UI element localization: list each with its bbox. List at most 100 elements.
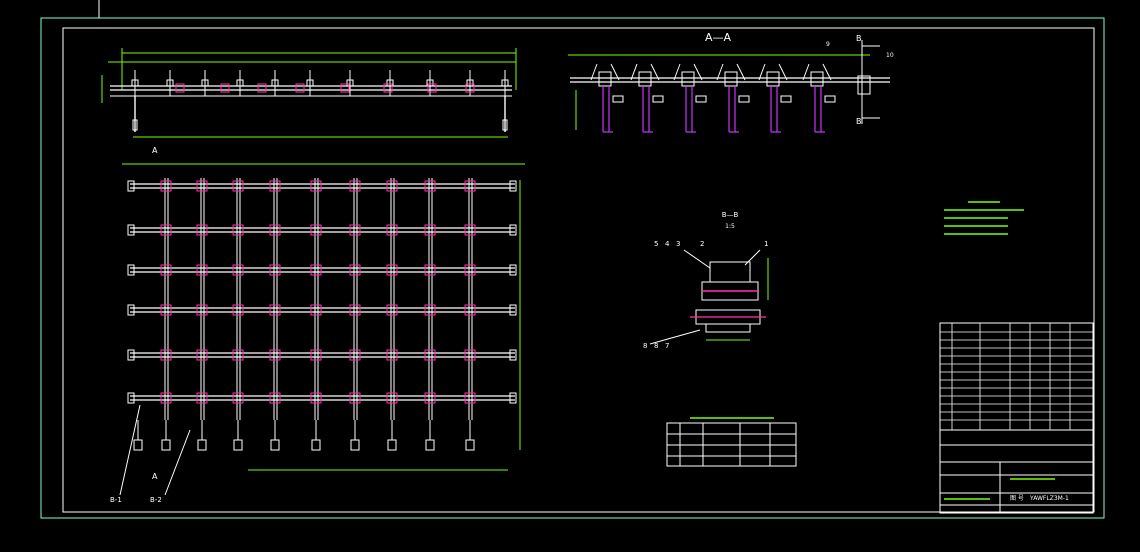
callout-b1: B-1: [110, 496, 122, 504]
branch-joint: [349, 180, 361, 192]
bb-leader: [683, 249, 711, 269]
nozzle-head: [350, 439, 360, 451]
branch-joint: [196, 224, 208, 236]
bb-leader: [744, 249, 761, 266]
branch-joint: [310, 180, 322, 192]
nozzle-head: [425, 439, 435, 451]
branch-joint: [232, 392, 244, 404]
branch-joint: [160, 264, 172, 276]
inner-frame: [62, 27, 1095, 513]
branch-joint: [386, 180, 398, 192]
bb-callout-4: 4: [665, 240, 670, 248]
branch-joint: [196, 304, 208, 316]
highlight-fitting: [295, 83, 305, 93]
branch-joint: [232, 264, 244, 276]
branch-joint: [269, 180, 281, 192]
branch-joint: [269, 304, 281, 316]
aa-clamp: [766, 71, 780, 87]
pipe-end-cap: [127, 349, 135, 361]
branch-joint: [310, 304, 322, 316]
aa-callout-10: 10: [886, 52, 894, 59]
branch-joint: [464, 224, 476, 236]
pipe-end-cap: [127, 264, 135, 276]
aa-clamp: [681, 71, 695, 87]
pipe-end-cap: [509, 180, 517, 192]
pipe-end-cap: [127, 392, 135, 404]
branch-joint: [310, 392, 322, 404]
branch-joint: [464, 349, 476, 361]
branch-joint: [232, 349, 244, 361]
pipe-end-cap: [127, 180, 135, 192]
branch-joint: [464, 264, 476, 276]
aa-nozzle: [780, 95, 792, 103]
aa-clamp: [810, 71, 824, 87]
highlight-fitting: [220, 83, 230, 93]
bb-callout-2: 2: [700, 240, 704, 248]
bb-bottom-plate: [705, 323, 751, 333]
aa-end-fitting: [857, 75, 871, 95]
branch-joint: [349, 304, 361, 316]
branch-joint: [160, 180, 172, 192]
branch-joint: [160, 392, 172, 404]
aa-clamp: [724, 71, 738, 87]
branch-joint: [424, 264, 436, 276]
section-aa-title: A—A: [705, 31, 732, 44]
branch-joint: [232, 180, 244, 192]
highlight-fitting: [383, 83, 393, 93]
branch-joint: [424, 392, 436, 404]
section-aa-view: [568, 40, 890, 133]
aa-clamp: [598, 71, 612, 87]
callout-b2: B-2: [150, 496, 162, 504]
section-marker-a-top: A: [152, 146, 158, 155]
branch-joint: [196, 349, 208, 361]
nozzle-head: [311, 439, 321, 451]
branch-joint: [386, 264, 398, 276]
branch-joint: [386, 349, 398, 361]
aa-clamp: [638, 71, 652, 87]
branch-joint: [386, 224, 398, 236]
highlight-fitting: [427, 83, 437, 93]
title-block: [939, 322, 1094, 514]
pipe-end-cap: [509, 349, 517, 361]
highlight-fitting: [257, 83, 267, 93]
branch-joint: [349, 224, 361, 236]
nozzle-head: [465, 439, 475, 451]
nozzle-head: [233, 439, 243, 451]
drawing-number-label: 图 号: [1010, 495, 1024, 502]
aa-nozzle: [824, 95, 836, 103]
bb-callout-3: 3: [676, 240, 680, 248]
bb-callout-7: 7: [665, 342, 669, 350]
aa-nozzle: [612, 95, 624, 103]
branch-joint: [464, 304, 476, 316]
branch-joint: [386, 392, 398, 404]
branch-joint: [464, 392, 476, 404]
pipe-end-cap: [127, 304, 135, 316]
branch-joint: [349, 349, 361, 361]
nozzle-head: [197, 439, 207, 451]
aa-nozzle: [652, 95, 664, 103]
aa-nozzle: [738, 95, 750, 103]
branch-joint: [424, 304, 436, 316]
branch-joint: [349, 264, 361, 276]
drawing-number: YAWFLZ3M-1: [1029, 495, 1069, 502]
section-bb-title: B—B: [722, 211, 739, 219]
branch-joint: [196, 392, 208, 404]
branch-joint: [464, 180, 476, 192]
branch-joint: [310, 349, 322, 361]
branch-joint: [310, 264, 322, 276]
section-marker-b-top: B: [856, 34, 862, 43]
pipe-end-cap: [127, 224, 135, 236]
nozzle-head: [387, 439, 397, 451]
nozzle-head: [161, 439, 171, 451]
section-marker-b-bottom: B: [856, 117, 862, 126]
pipe-end-cap: [509, 304, 517, 316]
bb-callout-5: 5: [654, 240, 658, 248]
bb-callout-8a: 8: [643, 342, 647, 350]
branch-joint: [196, 180, 208, 192]
pipe-end-cap: [509, 392, 517, 404]
branch-joint: [349, 392, 361, 404]
branch-joint: [269, 224, 281, 236]
section-bb-scale: 1:5: [725, 223, 735, 230]
branch-joint: [160, 349, 172, 361]
cad-drawing-canvas: A—A B—B 1:5 A A B B B-1 B-2 5 4 3 2 1 8 …: [40, 0, 1105, 519]
